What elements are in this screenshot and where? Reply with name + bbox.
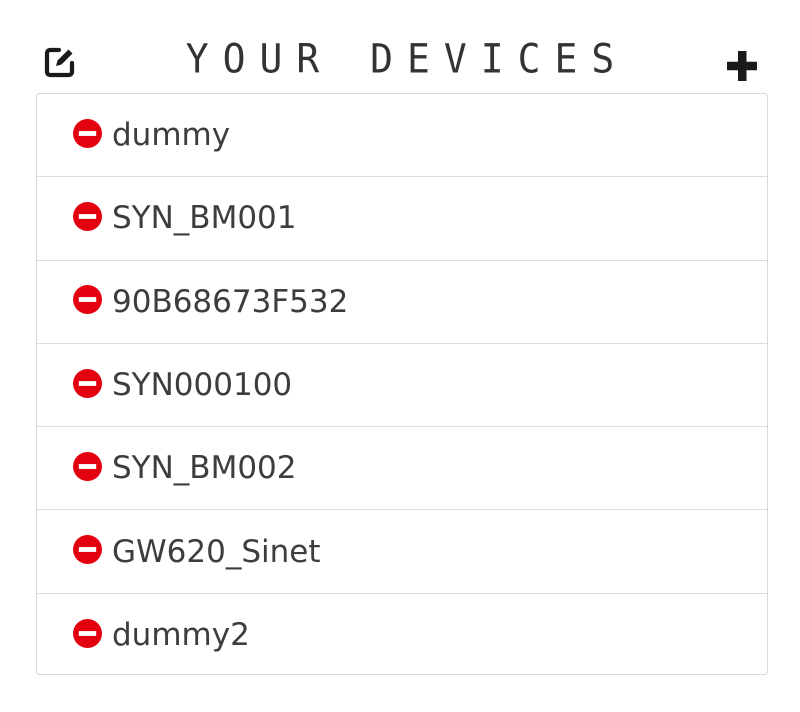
page-title: YOUR DEVICES bbox=[185, 35, 629, 83]
device-item[interactable]: dummy2 bbox=[37, 594, 767, 677]
remove-icon[interactable] bbox=[73, 618, 102, 648]
device-item[interactable]: dummy bbox=[37, 94, 767, 178]
remove-icon[interactable] bbox=[73, 368, 102, 398]
remove-icon[interactable] bbox=[73, 118, 102, 148]
device-list: dummy SYN_BM001 90B68673F532 SYN000100 S… bbox=[36, 93, 768, 675]
device-name: GW620_Sinet bbox=[112, 533, 321, 570]
device-item[interactable]: SYN_BM002 bbox=[37, 427, 767, 511]
add-device-button[interactable] bbox=[724, 48, 760, 84]
device-name: SYN_BM002 bbox=[112, 450, 297, 487]
remove-icon[interactable] bbox=[73, 535, 102, 565]
plus-icon bbox=[727, 51, 757, 81]
remove-icon[interactable] bbox=[73, 285, 102, 315]
remove-icon[interactable] bbox=[73, 451, 102, 481]
device-name: 90B68673F532 bbox=[112, 283, 349, 320]
device-item[interactable]: GW620_Sinet bbox=[37, 510, 767, 594]
device-name: SYN_BM001 bbox=[112, 200, 297, 237]
device-name: dummy2 bbox=[112, 617, 250, 654]
device-item[interactable]: SYN000100 bbox=[37, 344, 767, 428]
device-name: dummy bbox=[112, 117, 231, 154]
device-item[interactable]: 90B68673F532 bbox=[37, 261, 767, 344]
device-item[interactable]: SYN_BM001 bbox=[37, 177, 767, 261]
device-name: SYN000100 bbox=[112, 367, 293, 404]
header: YOUR DEVICES bbox=[0, 0, 800, 93]
remove-icon[interactable] bbox=[73, 201, 102, 231]
